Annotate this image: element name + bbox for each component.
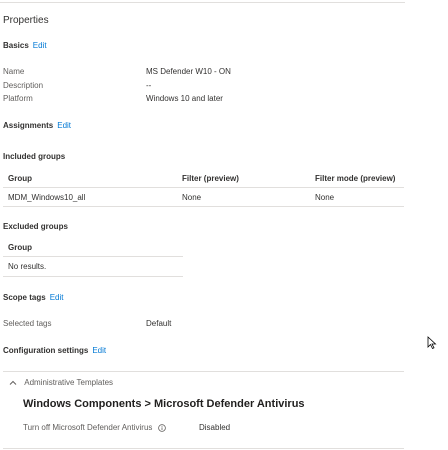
setting-label-text: Turn off Microsoft Defender Antivirus	[23, 423, 153, 432]
included-row-filter: None	[182, 193, 202, 202]
field-label-platform: Platform	[3, 94, 33, 103]
excluded-col-group: Group	[8, 243, 32, 252]
assignments-edit-link[interactable]: Edit	[57, 121, 71, 130]
configuration-settings-heading-label: Configuration settings	[3, 346, 89, 355]
assignments-heading: Assignments Edit	[3, 121, 71, 130]
selected-tags-value: Default	[146, 319, 172, 328]
category-toggle[interactable]: Administrative Templates	[9, 378, 113, 387]
included-groups-heading: Included groups	[3, 152, 66, 161]
top-divider	[0, 2, 405, 3]
scope-tags-heading-label: Scope tags	[3, 293, 46, 302]
configuration-settings-heading: Configuration settings Edit	[3, 346, 106, 355]
scope-tags-edit-link[interactable]: Edit	[50, 293, 64, 302]
assignments-heading-label: Assignments	[3, 121, 54, 130]
category-label: Administrative Templates	[24, 378, 114, 387]
excluded-empty-text: No results.	[8, 262, 47, 271]
category-top-divider	[3, 371, 404, 372]
excluded-groups-heading: Excluded groups	[3, 222, 68, 231]
configuration-settings-edit-link[interactable]: Edit	[92, 346, 106, 355]
setting-value: Disabled	[199, 423, 231, 432]
included-row-filter-mode: None	[315, 193, 335, 202]
category-subtitle: Windows Components > Microsoft Defender …	[23, 398, 305, 410]
setting-label: Turn off Microsoft Defender Antivirus	[23, 423, 166, 432]
included-col-filter-mode: Filter mode (preview)	[315, 174, 396, 183]
field-value-platform: Windows 10 and later	[146, 94, 223, 103]
basics-edit-link[interactable]: Edit	[33, 41, 47, 50]
selected-tags-label: Selected tags	[3, 319, 52, 328]
field-label-description: Description	[3, 81, 44, 90]
field-label-name: Name	[3, 67, 25, 76]
scope-tags-heading: Scope tags Edit	[3, 293, 63, 302]
included-header-divider	[3, 187, 404, 188]
excluded-header-divider	[3, 256, 183, 257]
included-col-group: Group	[8, 174, 32, 183]
bottom-divider	[3, 448, 404, 449]
basics-heading-label: Basics	[3, 41, 29, 50]
basics-heading: Basics Edit	[3, 41, 47, 50]
included-row-group: MDM_Windows10_all	[8, 193, 86, 202]
excluded-row-divider	[3, 276, 183, 277]
field-value-name: MS Defender W10 - ON	[146, 67, 231, 76]
page-title: Properties	[3, 15, 49, 26]
info-icon[interactable]	[157, 424, 166, 432]
mouse-cursor-icon	[427, 336, 437, 350]
chevron-up-icon	[9, 380, 17, 385]
included-col-filter: Filter (preview)	[182, 174, 239, 183]
included-row-divider	[3, 206, 404, 207]
field-value-description: --	[146, 81, 152, 90]
